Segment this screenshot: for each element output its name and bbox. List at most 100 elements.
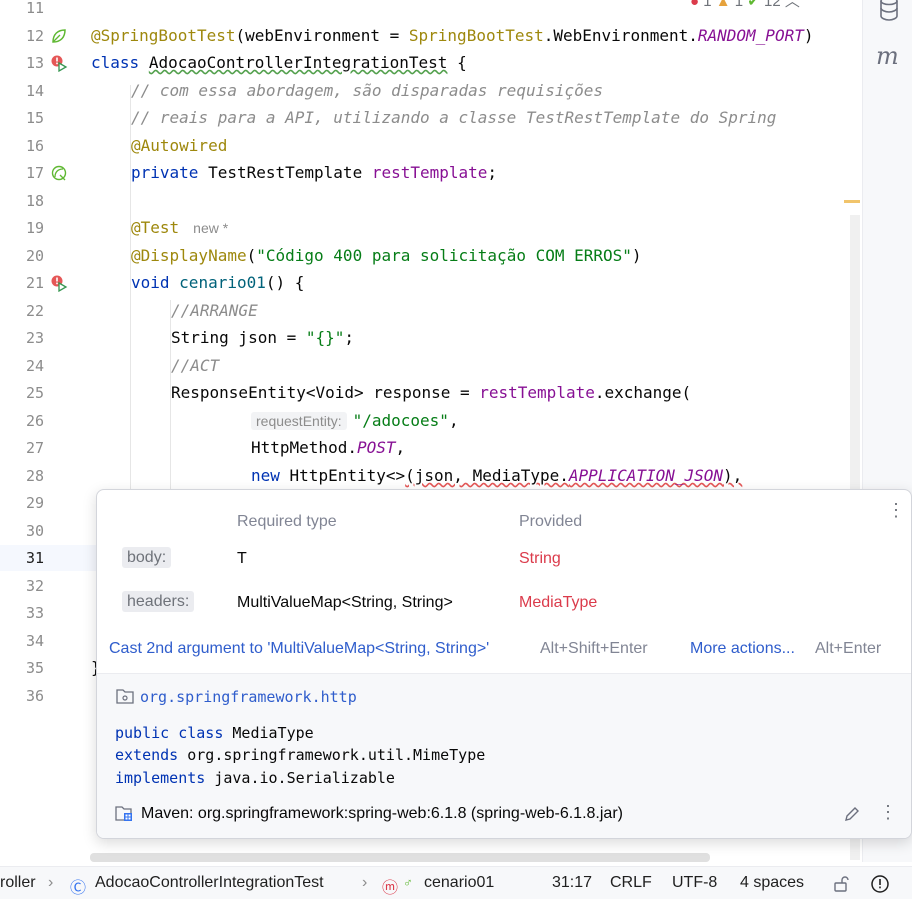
code-token: (webEnvironment = bbox=[235, 26, 409, 45]
warning-icon: ▲ bbox=[715, 0, 731, 10]
error-token[interactable]: ), bbox=[723, 466, 742, 485]
code-token: ResponseEntity<Void> response = bbox=[171, 383, 480, 402]
code-token: ( bbox=[246, 246, 257, 265]
breadcrumb-item[interactable]: cenario01 bbox=[424, 874, 494, 892]
provided-type-header: Provided bbox=[519, 513, 583, 530]
library-jar-icon bbox=[115, 806, 132, 821]
lock-icon[interactable] bbox=[832, 875, 850, 893]
error-token[interactable]: (json, MediaType. bbox=[405, 466, 569, 485]
method-leaf-icon: ♂ bbox=[403, 875, 413, 890]
database-icon[interactable] bbox=[878, 0, 900, 22]
quick-fix-shortcut: Alt+Shift+Enter bbox=[540, 640, 648, 657]
line-number: 35 bbox=[25, 659, 44, 677]
line-number: 32 bbox=[25, 577, 44, 595]
code-token: ; bbox=[487, 163, 498, 182]
keyword: void bbox=[131, 273, 170, 292]
class-name: AdocaoControllerIntegrationTest bbox=[148, 53, 448, 72]
errors-count: 1 bbox=[703, 0, 712, 10]
keyword: new bbox=[251, 466, 280, 485]
doc-signature-line1: public class MediaType bbox=[115, 724, 314, 742]
line-number: 11 bbox=[25, 0, 44, 17]
doc-signature-line2: extends org.springframework.util.MimeTyp… bbox=[115, 746, 485, 764]
run-test-error-icon[interactable] bbox=[50, 274, 68, 292]
breadcrumb-item[interactable]: AdocaoControllerIntegrationTest bbox=[95, 874, 324, 892]
line-number: 18 bbox=[25, 192, 44, 210]
code-token: .exchange( bbox=[594, 383, 692, 402]
code-token: , bbox=[395, 438, 406, 457]
code-token: java.io.Serializable bbox=[205, 769, 395, 787]
code-token: MediaType bbox=[223, 724, 314, 742]
annotation: @DisplayName bbox=[131, 246, 247, 265]
code-line-23: String json = "{}"; bbox=[171, 328, 354, 348]
more-actions-link[interactable]: More actions... bbox=[690, 640, 795, 658]
line-number: 22 bbox=[25, 302, 44, 320]
param-pill: body: bbox=[122, 547, 172, 568]
code-line-16: @Autowired bbox=[131, 136, 228, 155]
chevron-up-icon[interactable]: ︿ bbox=[785, 0, 800, 10]
code-line-12: @SpringBootTest(webEnvironment = SpringB… bbox=[91, 26, 813, 46]
line-number: 36 bbox=[25, 687, 44, 705]
file-encoding[interactable]: UTF-8 bbox=[672, 874, 717, 892]
weak-warning-icon: ✔ bbox=[747, 0, 760, 10]
caret-position[interactable]: 31:17 bbox=[552, 874, 592, 892]
code-line-20: @DisplayName("Código 400 para solicitaçã… bbox=[131, 246, 642, 266]
indent-setting[interactable]: 4 spaces bbox=[740, 874, 804, 892]
line-number: 15 bbox=[25, 109, 44, 127]
doc-signature-line3: implements java.io.Serializable bbox=[115, 769, 395, 787]
line-number: 23 bbox=[25, 329, 44, 347]
horizontal-scrollbar[interactable] bbox=[90, 853, 710, 862]
warning-marker[interactable] bbox=[844, 200, 860, 203]
code-line-27: HttpMethod.POST, bbox=[251, 438, 405, 458]
code-token: () { bbox=[265, 273, 305, 292]
run-test-error-icon[interactable] bbox=[50, 54, 68, 72]
quick-fix-cast-link[interactable]: Cast 2nd argument to 'MultiValueMap<Stri… bbox=[109, 640, 489, 658]
warnings-count: 1 bbox=[734, 0, 744, 10]
provided-type-body: String bbox=[519, 550, 561, 567]
param-label-headers: headers: bbox=[122, 591, 195, 612]
code-token: ) bbox=[631, 246, 642, 265]
chevron-down-icon[interactable]: ﹀ bbox=[804, 0, 819, 10]
string-literal: "{}" bbox=[305, 328, 345, 347]
library-source: Maven: org.springframework:spring-web:6.… bbox=[141, 805, 623, 822]
class-icon: Ⓒ bbox=[70, 880, 87, 897]
line-separator[interactable]: CRLF bbox=[610, 874, 652, 892]
method-icon: ⓜ bbox=[382, 880, 399, 897]
code-token: TestRestTemplate bbox=[198, 163, 372, 182]
error-token[interactable]: APPLICATION_JSON bbox=[569, 466, 723, 485]
parameter-hint: requestEntity: bbox=[251, 412, 347, 430]
breadcrumb-item[interactable]: roller bbox=[0, 874, 36, 892]
edit-pencil-icon[interactable] bbox=[843, 805, 861, 823]
line-number: 28 bbox=[25, 467, 44, 485]
param-pill: headers: bbox=[122, 591, 195, 612]
line-number: 16 bbox=[25, 137, 44, 155]
status-bar: roller › Ⓒ AdocaoControllerIntegrationTe… bbox=[0, 866, 912, 899]
annotation: @SpringBootTest bbox=[91, 26, 236, 45]
code-token: ) bbox=[803, 26, 814, 45]
keyword: class bbox=[91, 53, 140, 72]
keyword: public class bbox=[115, 724, 224, 742]
code-line-14: // com essa abordagem, são disparadas re… bbox=[131, 81, 604, 100]
code-line-13: class AdocaoControllerIntegrationTest { bbox=[91, 53, 467, 73]
spring-leaf-icon[interactable] bbox=[50, 27, 68, 45]
notifications-icon[interactable] bbox=[870, 874, 890, 894]
code-token: RANDOM_PORT bbox=[697, 26, 804, 45]
more-options-icon[interactable]: ⋮ bbox=[879, 802, 897, 823]
inspection-widget[interactable]: ● 1 ▲ 1 ✔ 12 ︿ ﹀ bbox=[690, 0, 819, 10]
error-icon: ● bbox=[690, 0, 700, 10]
weak-warnings-count: 12 bbox=[764, 0, 781, 10]
line-number: 30 bbox=[25, 522, 44, 540]
more-options-icon[interactable]: ⋮ bbox=[887, 500, 905, 521]
field: restTemplate bbox=[479, 383, 595, 402]
autowired-bean-icon[interactable] bbox=[50, 164, 68, 182]
line-number: 12 bbox=[25, 27, 44, 45]
more-actions-shortcut: Alt+Enter bbox=[815, 640, 882, 657]
maven-icon[interactable]: m bbox=[876, 42, 899, 70]
code-line-28: new HttpEntity<>(json, MediaType.APPLICA… bbox=[251, 466, 742, 486]
field: restTemplate bbox=[371, 163, 488, 182]
package-link[interactable]: org.springframework.http bbox=[140, 688, 357, 706]
code-line-22: //ARRANGE bbox=[171, 301, 258, 320]
string-literal: "Código 400 para solicitação COM ERROS" bbox=[256, 246, 632, 265]
author-hint[interactable]: new * bbox=[193, 220, 228, 236]
line-number: 29 bbox=[25, 494, 44, 512]
code-line-25: ResponseEntity<Void> response = restTemp… bbox=[171, 383, 691, 403]
